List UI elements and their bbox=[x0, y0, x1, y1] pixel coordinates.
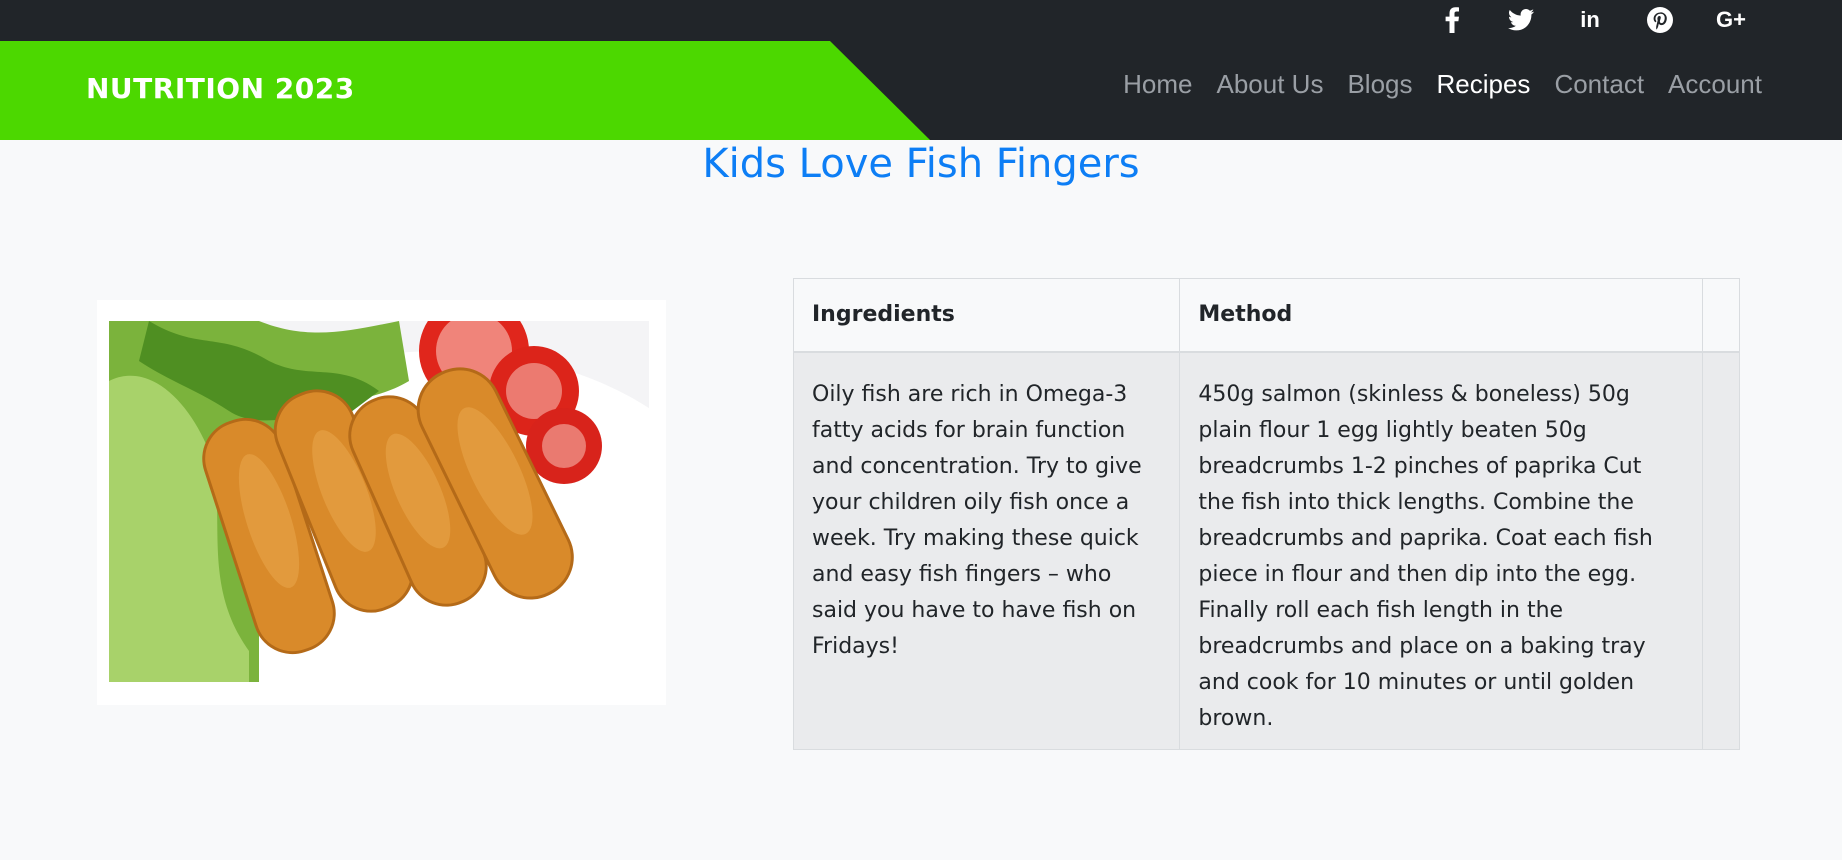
nav-account[interactable]: Account bbox=[1668, 69, 1762, 100]
page-title: Kids Love Fish Fingers bbox=[702, 141, 1140, 187]
nav-recipes[interactable]: Recipes bbox=[1437, 69, 1531, 100]
cell-ingredients: Oily fish are rich in Omega-3 fatty acid… bbox=[793, 351, 1181, 749]
brand-logo[interactable]: NUTRITION 2023 bbox=[86, 72, 355, 105]
cell-empty bbox=[1702, 351, 1741, 749]
pinterest-icon[interactable] bbox=[1645, 6, 1675, 34]
nav-blogs[interactable]: Blogs bbox=[1347, 69, 1412, 100]
google-plus-icon[interactable]: G+ bbox=[1714, 6, 1748, 34]
recipe-image-frame bbox=[97, 300, 666, 705]
header-empty bbox=[1702, 278, 1741, 353]
linkedin-label: in bbox=[1580, 7, 1600, 32]
cell-method: 450g salmon (skinless & boneless) 50g pl… bbox=[1179, 351, 1703, 749]
recipe-table: Ingredients Method Oily fish are rich in… bbox=[793, 278, 1741, 750]
navbar: NUTRITION 2023 Home About Us Blogs Recip… bbox=[0, 41, 1842, 140]
linkedin-icon[interactable]: in bbox=[1575, 6, 1605, 34]
facebook-icon[interactable] bbox=[1437, 6, 1467, 34]
table-header-row: Ingredients Method bbox=[793, 278, 1741, 353]
fish-fingers-image bbox=[109, 321, 649, 682]
main-nav: Home About Us Blogs Recipes Contact Acco… bbox=[1123, 69, 1762, 100]
google-plus-label: G+ bbox=[1716, 7, 1746, 32]
twitter-icon[interactable] bbox=[1506, 6, 1536, 34]
header-method: Method bbox=[1179, 278, 1703, 353]
table-row: Oily fish are rich in Omega-3 fatty acid… bbox=[793, 351, 1741, 749]
nav-about-us[interactable]: About Us bbox=[1217, 69, 1324, 100]
nav-home[interactable]: Home bbox=[1123, 69, 1192, 100]
nav-contact[interactable]: Contact bbox=[1554, 69, 1644, 100]
social-bar: in G+ bbox=[0, 0, 1842, 41]
header-ingredients: Ingredients bbox=[793, 278, 1181, 353]
